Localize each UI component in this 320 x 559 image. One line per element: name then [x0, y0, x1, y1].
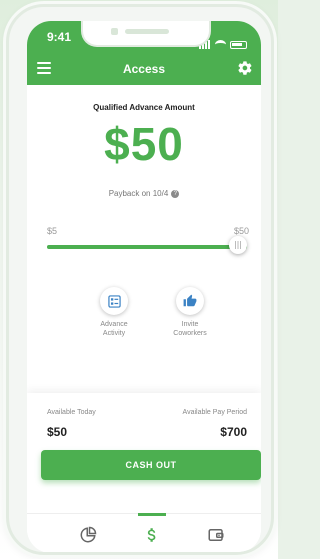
advance-amount: $50: [104, 118, 184, 170]
advance-activity-label-line2: Activity: [102, 330, 126, 337]
thumbs-up-icon: [176, 287, 204, 315]
invite-coworkers-label-line1: Invite: [181, 321, 199, 328]
available-period-label: Available Pay Period: [182, 409, 247, 416]
invite-coworkers-label-line2: Coworkers: [173, 330, 207, 337]
camera-icon: [111, 28, 118, 35]
cash-out-button[interactable]: CASH OUT: [41, 450, 261, 480]
available-period-value: $700: [220, 425, 247, 439]
app-bar: Access: [27, 53, 261, 85]
dollar-icon[interactable]: [143, 526, 161, 544]
payback-text: Payback on 10/4: [108, 189, 169, 198]
invite-coworkers-label: Invite Coworkers: [160, 320, 220, 338]
gear-icon[interactable]: [237, 60, 253, 76]
availability-summary: Available Today Available Pay Period $50…: [27, 393, 261, 513]
advance-activity-label: Advance Activity: [84, 320, 144, 338]
battery-icon: [230, 41, 247, 49]
advance-activity-button[interactable]: Advance Activity: [84, 287, 144, 338]
available-today-label: Available Today: [47, 409, 96, 416]
bottom-tab-bar: [27, 513, 261, 552]
pie-chart-icon[interactable]: [79, 526, 97, 544]
amount-slider-track[interactable]: [47, 245, 247, 249]
app-screen: 9:41 Access Qualified Advance Amount $50…: [27, 21, 261, 552]
available-today-value: $50: [47, 425, 68, 439]
slider-min-label: $5: [47, 226, 58, 236]
payback-date: Payback on 10/4?: [27, 189, 261, 198]
question-circle-icon[interactable]: ?: [171, 189, 180, 198]
device-notch: [81, 21, 211, 47]
wifi-icon: [215, 40, 226, 49]
amount-slider-handle[interactable]: [229, 236, 247, 254]
wallet-icon[interactable]: [207, 526, 225, 544]
phone-frame: 9:41 Access Qualified Advance Amount $50…: [6, 4, 274, 555]
speaker-grille: [125, 29, 169, 34]
amount-slider-fill: [47, 245, 247, 249]
advance-activity-label-line1: Advance: [100, 321, 128, 328]
page-title: Access: [122, 62, 166, 76]
invite-coworkers-button[interactable]: Invite Coworkers: [160, 287, 220, 338]
slider-max-label: $50: [233, 226, 249, 236]
status-time: 9:41: [47, 30, 72, 44]
active-tab-indicator: [138, 513, 166, 516]
qualified-amount-heading: Qualified Advance Amount: [93, 103, 195, 112]
activity-list-icon: [100, 287, 128, 315]
